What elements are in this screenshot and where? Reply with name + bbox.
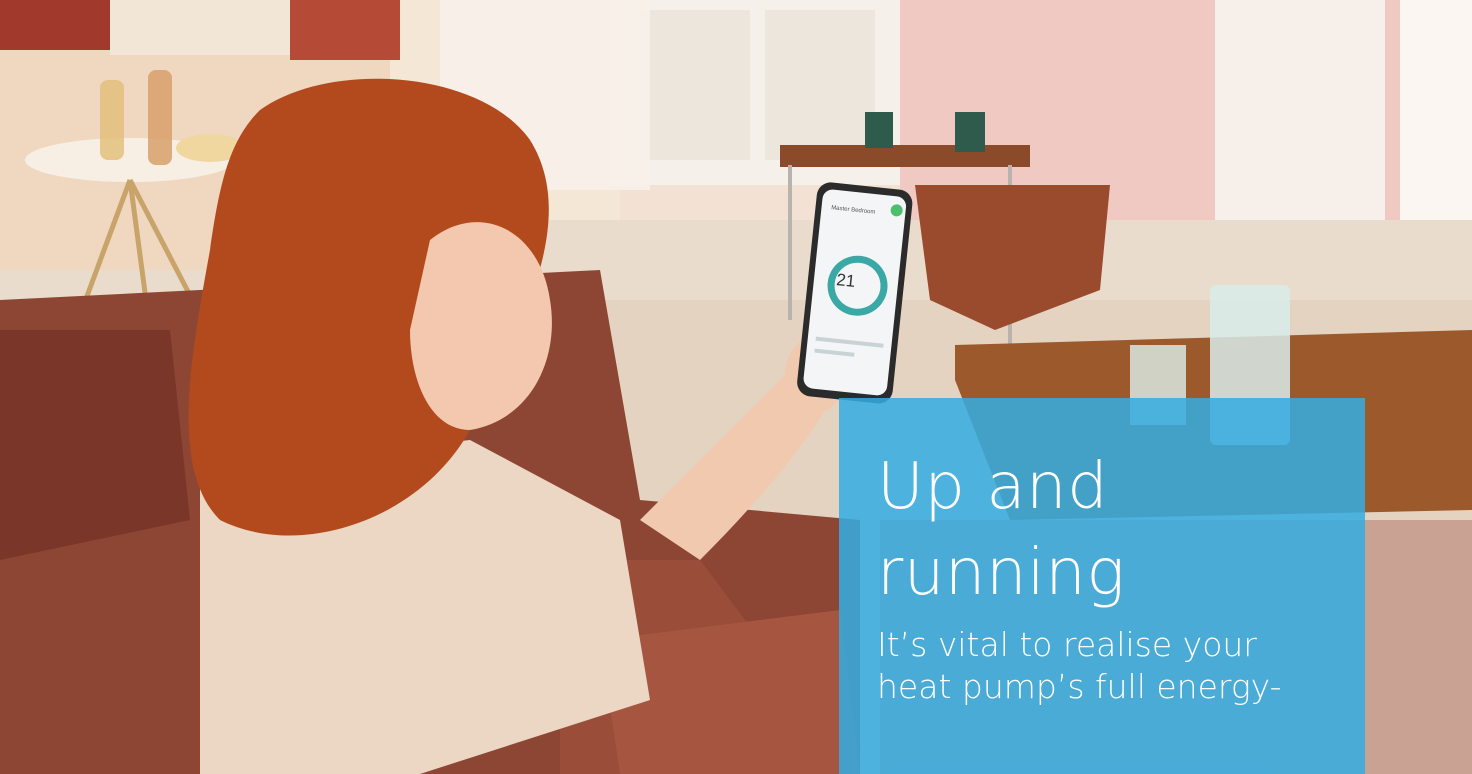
hero-heading: Up and running [877, 444, 1341, 616]
hero-body-line2: heat pump’s full energy- [877, 667, 1282, 706]
hero-text-panel: Up and running It’s vital to realise you… [839, 398, 1365, 774]
hero-heading-line2: running [877, 536, 1126, 610]
phone-room-name: Master Bedroom [830, 205, 876, 216]
hero-body-line1: It’s vital to realise your [877, 625, 1257, 664]
phone-temperature: 21 [835, 270, 857, 291]
hero-body-text: It’s vital to realise your heat pump’s f… [877, 624, 1341, 708]
hero-heading-line1: Up and [877, 450, 1109, 524]
